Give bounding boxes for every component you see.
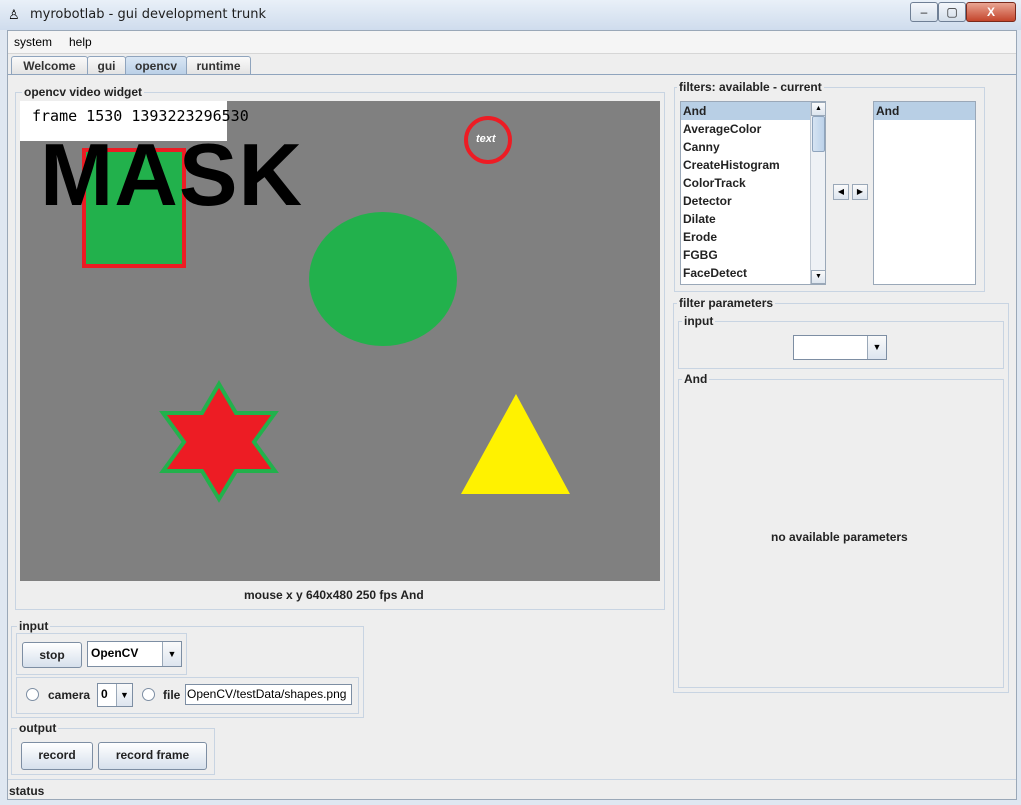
- maximize-button[interactable]: ▢: [938, 2, 966, 22]
- list-item[interactable]: CreateHistogram: [681, 156, 825, 174]
- list-item[interactable]: Dilate: [681, 210, 825, 228]
- mask-label: MASK: [40, 125, 304, 224]
- available-filters-list[interactable]: And AverageColor Canny CreateHistogram C…: [680, 101, 826, 285]
- overlay-text-label: text: [476, 133, 496, 145]
- menu-system[interactable]: system: [14, 35, 52, 49]
- parameters-input-select[interactable]: ▼: [793, 335, 887, 360]
- stop-button[interactable]: stop: [22, 642, 82, 668]
- chevron-down-icon[interactable]: ▼: [162, 642, 181, 666]
- file-radio[interactable]: [142, 688, 155, 701]
- list-item[interactable]: AverageColor: [681, 120, 825, 138]
- camera-label: camera: [48, 688, 91, 702]
- input-group-title: input: [17, 619, 51, 633]
- scroll-thumb[interactable]: [812, 116, 825, 152]
- tab-gui[interactable]: gui: [87, 56, 126, 75]
- menu-help[interactable]: help: [69, 35, 92, 49]
- status-bar: status: [8, 779, 1016, 800]
- camera-index-value: 0: [101, 687, 108, 701]
- file-path-input[interactable]: OpenCV/testData/shapes.png: [185, 684, 352, 705]
- tab-divider: [8, 74, 1016, 75]
- scroll-down-icon[interactable]: ▼: [811, 270, 825, 284]
- camera-radio[interactable]: [26, 688, 39, 701]
- yellow-triangle: [461, 394, 570, 494]
- grabber-select[interactable]: OpenCV ▼: [87, 641, 182, 667]
- minimize-button[interactable]: –: [910, 2, 938, 22]
- list-item[interactable]: Canny: [681, 138, 825, 156]
- chevron-down-icon[interactable]: ▼: [867, 336, 886, 359]
- green-circle: [309, 212, 457, 346]
- move-left-icon[interactable]: ◀: [833, 184, 849, 200]
- robot-app-icon: ♙: [8, 7, 20, 22]
- list-item[interactable]: Erode: [681, 228, 825, 246]
- window-title: myrobotlab - gui development trunk: [30, 7, 267, 22]
- tab-opencv[interactable]: opencv: [125, 56, 187, 75]
- record-frame-button[interactable]: record frame: [98, 742, 207, 770]
- list-item[interactable]: ColorTrack: [681, 174, 825, 192]
- client-area: system help Welcome gui opencv runtime o…: [7, 30, 1017, 800]
- grabber-select-value: OpenCV: [91, 646, 139, 660]
- video-display[interactable]: frame 1530 1393223296530 MASK text: [20, 101, 660, 581]
- title-bar: ♙ myrobotlab - gui development trunk – ▢…: [0, 0, 1021, 30]
- available-list-scrollbar[interactable]: ▲ ▼: [810, 102, 825, 284]
- chevron-down-icon[interactable]: ▼: [116, 684, 132, 706]
- move-right-icon[interactable]: ▶: [852, 184, 868, 200]
- filter-parameters-title: filter parameters: [677, 296, 776, 310]
- list-item[interactable]: FGBG: [681, 246, 825, 264]
- list-item[interactable]: Detector: [681, 192, 825, 210]
- tab-runtime[interactable]: runtime: [186, 56, 251, 75]
- camera-index-select[interactable]: 0 ▼: [97, 683, 133, 707]
- tab-welcome[interactable]: Welcome: [11, 56, 88, 75]
- list-item[interactable]: And: [874, 102, 975, 120]
- menu-bar: system help: [8, 31, 1016, 54]
- close-button[interactable]: X: [966, 2, 1016, 22]
- filter-detail-title: And: [682, 372, 710, 386]
- scroll-up-icon[interactable]: ▲: [811, 102, 825, 116]
- video-status: mouse x y 640x480 250 fps And: [244, 588, 424, 602]
- status-label: status: [9, 784, 45, 798]
- output-group-title: output: [17, 721, 59, 735]
- red-star: [159, 380, 279, 503]
- list-item[interactable]: And: [681, 102, 825, 120]
- no-parameters-message: no available parameters: [771, 530, 908, 544]
- filters-group-title: filters: available - current: [677, 80, 824, 94]
- video-widget-title: opencv video widget: [22, 85, 145, 99]
- list-item[interactable]: FaceDetect: [681, 264, 825, 282]
- current-filters-list[interactable]: And: [873, 101, 976, 285]
- record-button[interactable]: record: [21, 742, 93, 770]
- frame-counter: frame 1530 1393223296530: [32, 107, 249, 125]
- parameters-input-title: input: [682, 314, 716, 328]
- file-label: file: [163, 688, 181, 702]
